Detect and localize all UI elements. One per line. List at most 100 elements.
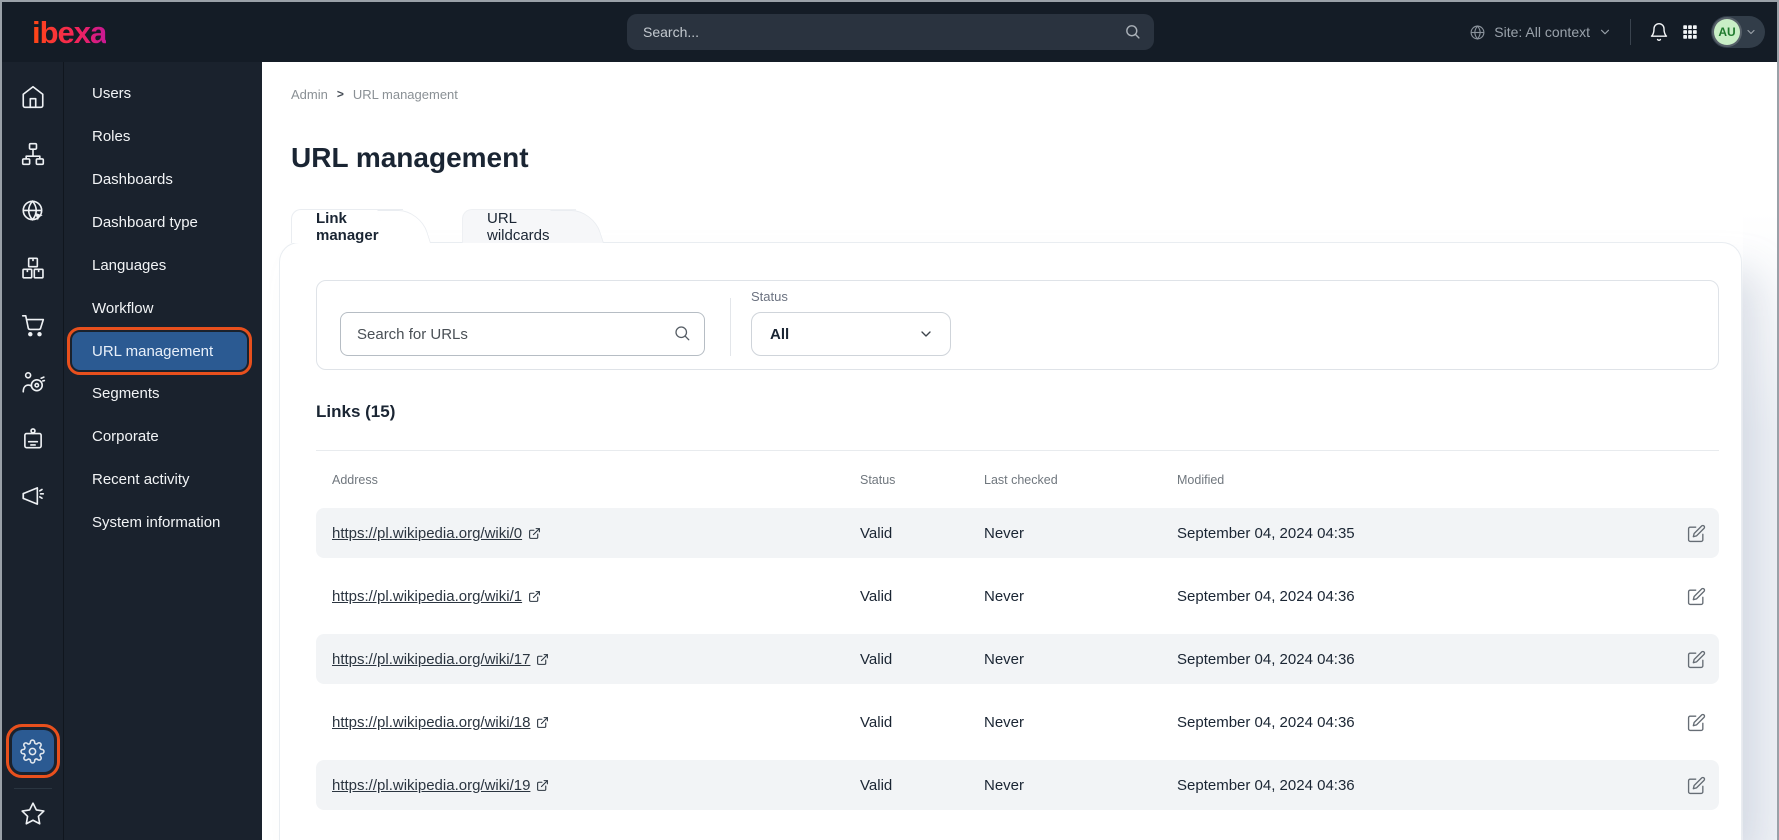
personalization-target-icon[interactable]: [20, 369, 46, 395]
column-status: Status: [860, 472, 896, 487]
site-context-switcher[interactable]: Site: All context: [1469, 24, 1612, 41]
main-content: Admin > URL management URL management Li…: [262, 62, 1777, 840]
tabs: Link manager URL wildcards: [291, 208, 1777, 244]
sidebar-item-dashboards[interactable]: Dashboards: [64, 158, 262, 201]
ibexa-logo[interactable]: ibexa: [32, 17, 107, 48]
external-link-icon: [528, 590, 541, 603]
tab-url-wildcards[interactable]: URL wildcards: [462, 209, 576, 244]
status-cell: Valid: [860, 524, 893, 542]
app-grid-icon[interactable]: [1681, 23, 1699, 41]
status-cell: Valid: [860, 650, 893, 668]
table-header: Address Status Last checked Modified: [316, 450, 1719, 508]
edit-icon[interactable]: [1667, 713, 1725, 732]
chevron-down-icon: [1600, 29, 1610, 35]
table-row: https://pl.wikipedia.org/wiki/19 Valid N…: [316, 760, 1719, 810]
search-icon: [673, 324, 691, 347]
search-icon: [1124, 23, 1141, 45]
user-menu[interactable]: AU: [1711, 16, 1765, 48]
status-cell: Valid: [860, 713, 893, 731]
table-row: https://pl.wikipedia.org/wiki/0 Valid Ne…: [316, 508, 1719, 558]
modified-cell: September 04, 2024 04:36: [1177, 650, 1355, 668]
favorites-star-icon[interactable]: [20, 801, 46, 827]
sidebar-item-segments[interactable]: Segments: [64, 372, 262, 415]
sidebar-item-corporate[interactable]: Corporate: [64, 415, 262, 458]
breadcrumb-separator: >: [336, 87, 344, 101]
sidebar-item-recent-activity[interactable]: Recent activity: [64, 458, 262, 501]
sidebar-item-roles[interactable]: Roles: [64, 115, 262, 158]
column-address: Address: [332, 472, 378, 487]
link-manager-panel: Status All Links (15) Address Status Las…: [279, 242, 1742, 840]
sidebar-item-languages[interactable]: Languages: [64, 244, 262, 287]
notifications-bell-icon[interactable]: [1649, 22, 1669, 42]
edit-icon[interactable]: [1667, 650, 1725, 669]
tab-link-manager[interactable]: Link manager: [291, 209, 403, 244]
admin-sidebar: Users Roles Dashboards Dashboard type La…: [64, 62, 262, 840]
edit-icon[interactable]: [1667, 776, 1725, 795]
global-search: [627, 14, 1154, 50]
topbar-right-cluster: Site: All context AU: [1469, 2, 1765, 62]
table-row: https://pl.wikipedia.org/wiki/1 Valid Ne…: [316, 571, 1719, 621]
external-link-icon: [536, 716, 549, 729]
url-search-input[interactable]: [340, 312, 705, 356]
icon-rail: [2, 62, 64, 840]
links-table: Address Status Last checked Modified htt…: [316, 450, 1719, 810]
breadcrumb-admin[interactable]: Admin: [291, 87, 328, 102]
last-checked-cell: Never: [984, 587, 1025, 605]
status-filter-label: Status: [751, 289, 788, 304]
url-link[interactable]: https://pl.wikipedia.org/wiki/1: [332, 588, 541, 605]
column-modified: Modified: [1177, 472, 1225, 487]
rail-divider: [13, 788, 52, 789]
sidebar-item-users[interactable]: Users: [64, 72, 262, 115]
table-row: https://pl.wikipedia.org/wiki/18 Valid N…: [316, 697, 1719, 747]
breadcrumb: Admin > URL management: [291, 86, 1777, 102]
column-last-checked: Last checked: [984, 472, 1058, 487]
chevron-down-icon: [1747, 29, 1755, 35]
chevron-down-icon: [921, 331, 931, 337]
breadcrumb-current: URL management: [352, 86, 458, 102]
external-link-icon: [528, 527, 541, 540]
url-link[interactable]: https://pl.wikipedia.org/wiki/19: [332, 777, 549, 794]
avatar: AU: [1714, 19, 1740, 45]
modified-cell: September 04, 2024 04:35: [1177, 524, 1355, 542]
site-icon[interactable]: [20, 198, 46, 224]
home-icon[interactable]: [20, 84, 46, 110]
page-title: URL management: [291, 142, 529, 173]
table-row: https://pl.wikipedia.org/wiki/17 Valid N…: [316, 634, 1719, 684]
url-link[interactable]: https://pl.wikipedia.org/wiki/0: [332, 525, 541, 542]
commerce-cart-icon[interactable]: [20, 312, 46, 338]
sidebar-item-system-information[interactable]: System information: [64, 501, 262, 544]
modified-cell: September 04, 2024 04:36: [1177, 713, 1355, 731]
modified-cell: September 04, 2024 04:36: [1177, 587, 1355, 605]
last-checked-cell: Never: [984, 713, 1025, 731]
global-search-input[interactable]: [627, 14, 1154, 50]
status-cell: Valid: [860, 776, 893, 794]
content-structure-icon[interactable]: [20, 141, 46, 167]
url-link[interactable]: https://pl.wikipedia.org/wiki/17: [332, 651, 549, 668]
url-link[interactable]: https://pl.wikipedia.org/wiki/18: [332, 714, 549, 731]
filter-bar: Status All: [316, 280, 1719, 370]
site-context-label: Site: All context: [1494, 24, 1590, 40]
status-cell: Valid: [860, 587, 893, 605]
settings-gear-icon[interactable]: [5, 724, 60, 778]
corporate-badge-icon[interactable]: [20, 426, 46, 452]
edit-icon[interactable]: [1667, 587, 1725, 606]
sidebar-item-dashboard-type[interactable]: Dashboard type: [64, 201, 262, 244]
filter-divider: [730, 298, 731, 356]
external-link-icon: [536, 653, 549, 666]
status-select[interactable]: All: [751, 312, 951, 356]
modified-cell: September 04, 2024 04:36: [1177, 776, 1355, 794]
marketing-megaphone-icon[interactable]: [20, 483, 46, 509]
last-checked-cell: Never: [984, 524, 1025, 542]
topbar: ibexa Site: All context AU: [2, 2, 1777, 62]
links-count-heading: Links (15): [316, 402, 396, 421]
last-checked-cell: Never: [984, 650, 1025, 668]
topbar-divider: [1630, 19, 1631, 45]
url-search: [340, 312, 705, 356]
globe-icon: [1469, 24, 1486, 41]
sidebar-item-url-management[interactable]: URL management: [67, 327, 252, 375]
edit-icon[interactable]: [1667, 524, 1725, 543]
last-checked-cell: Never: [984, 776, 1025, 794]
sidebar-item-workflow[interactable]: Workflow: [64, 287, 262, 330]
external-link-icon: [536, 779, 549, 792]
product-catalog-icon[interactable]: [20, 255, 46, 281]
